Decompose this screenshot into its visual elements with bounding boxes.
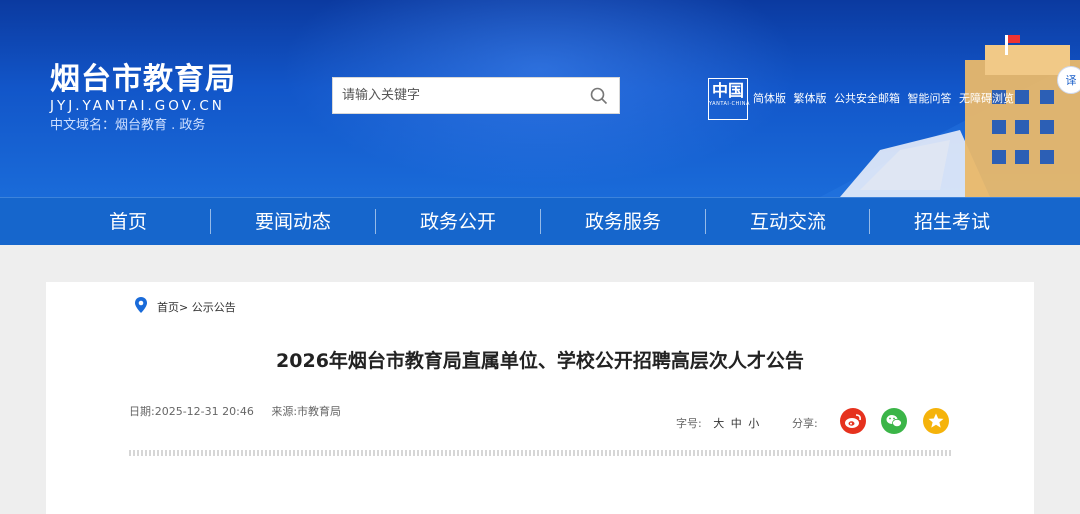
font-size-large[interactable]: 大 (713, 417, 724, 430)
header-banner: 烟台市教育局 JYJ.YANTAI.GOV.CN 中文域名：烟台教育 . 政务 … (0, 0, 1080, 197)
search-icon[interactable] (589, 86, 609, 106)
china-logo-text: 中国 (711, 81, 744, 100)
nav-government-affairs[interactable]: 政务公开 (376, 198, 540, 246)
link-traditional[interactable]: 繁体版 (794, 92, 827, 105)
nav-admissions[interactable]: 招生考试 (870, 198, 1034, 246)
china-logo-subtext: YANTAI·CHINA (709, 101, 750, 107)
article-title: 2026年烟台市教育局直属单位、学校公开招聘高层次人才公告 (276, 350, 804, 372)
wechat-icon (886, 415, 902, 428)
search-box (332, 77, 620, 114)
breadcrumb-current[interactable]: 公示公告 (192, 301, 236, 314)
font-size-label: 字号: (676, 417, 702, 430)
link-accessibility[interactable]: 无障碍浏览 (959, 92, 1014, 105)
location-pin-icon (135, 297, 147, 313)
qzone-star-icon (928, 413, 944, 428)
search-input[interactable] (333, 78, 573, 113)
font-size-small[interactable]: 小 (748, 417, 759, 430)
nav-interaction[interactable]: 互动交流 (706, 198, 870, 246)
article-meta: 日期:2025-12-31 20:46 来源:市教育局 (129, 403, 355, 419)
article-card (46, 282, 1034, 514)
share-qzone-button[interactable] (923, 408, 949, 434)
breadcrumb-home[interactable]: 首页> (157, 301, 188, 314)
share-wechat-button[interactable] (881, 408, 907, 434)
site-title[interactable]: 烟台市教育局 (50, 62, 236, 98)
china-yantai-logo[interactable]: 中国 YANTAI·CHINA (708, 78, 750, 120)
site-domain: JYJ.YANTAI.GOV.CN (50, 98, 225, 114)
link-public-security-mailbox[interactable]: 公共安全邮箱 (834, 92, 900, 105)
top-links: 简体版 繁体版 公共安全邮箱 智能问答 无障碍浏览 (753, 90, 1018, 106)
nav-news[interactable]: 要闻动态 (211, 198, 375, 246)
translate-button[interactable]: 译 (1057, 66, 1080, 94)
share-weibo-button[interactable] (840, 408, 866, 434)
breadcrumb: 首页> 公示公告 (157, 299, 236, 315)
font-size-control: 字号: 大 中 小 (676, 415, 759, 431)
nav-home[interactable]: 首页 (46, 198, 210, 246)
article-date: 日期:2025-12-31 20:46 (129, 405, 254, 418)
link-simplified[interactable]: 简体版 (753, 92, 786, 105)
nav-government-services[interactable]: 政务服务 (541, 198, 705, 246)
article-source: 来源:市教育局 (271, 405, 342, 418)
main-nav: 首页 要闻动态 政务公开 政务服务 互动交流 招生考试 (0, 197, 1080, 245)
link-smart-qa[interactable]: 智能问答 (908, 92, 952, 105)
article-divider (129, 450, 952, 456)
site-cn-domain: 中文域名：烟台教育 . 政务 (50, 118, 206, 133)
font-size-medium[interactable]: 中 (731, 417, 742, 430)
share-label: 分享: (792, 417, 818, 430)
weibo-icon (845, 414, 861, 428)
